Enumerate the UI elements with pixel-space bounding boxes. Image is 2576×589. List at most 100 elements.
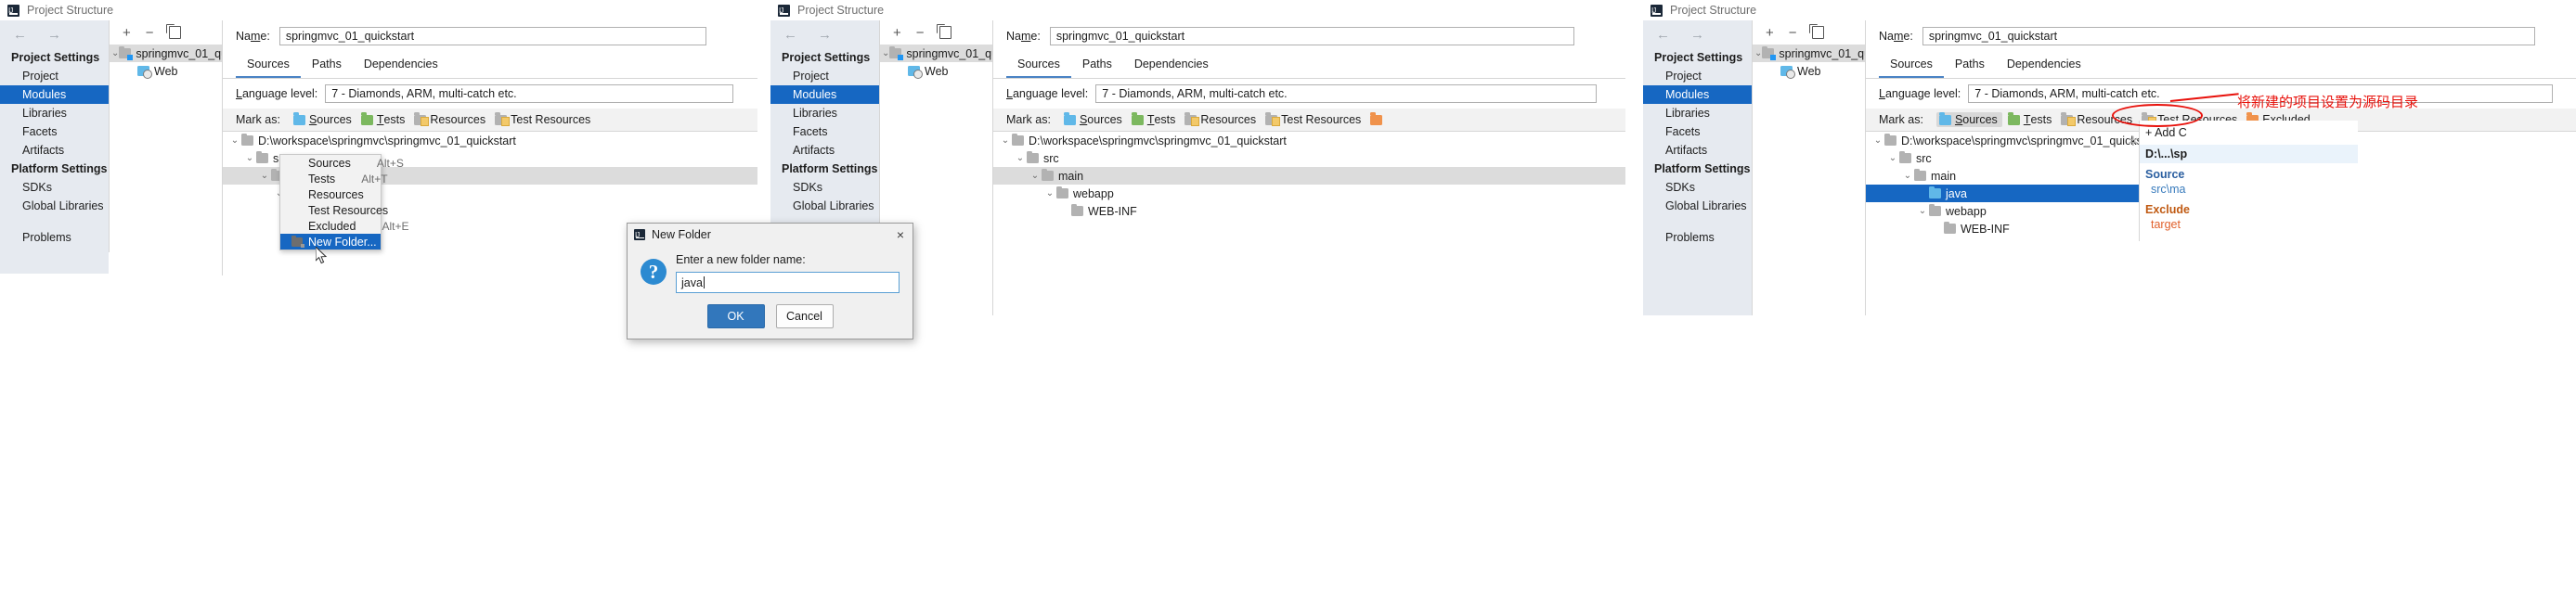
mark-as-resources-button[interactable]: Resources <box>414 113 485 126</box>
back-arrow-icon[interactable]: ← <box>783 28 797 42</box>
mark-as-tests-button[interactable]: Tests <box>1132 113 1176 126</box>
tab-dependencies[interactable]: Dependencies <box>353 52 449 78</box>
content-tree-main[interactable]: ⌄ main <box>993 167 1625 185</box>
module-tree-root[interactable]: ⌄ springmvc_01_quickst <box>880 45 993 62</box>
module-tree-child-web[interactable]: Web <box>1753 62 1866 80</box>
mark-as-tests-button[interactable]: Tests <box>2008 113 2052 126</box>
module-tree-root[interactable]: ⌄ springmvc_01_quickst <box>1753 45 1866 62</box>
context-menu-item-new-folder[interactable]: New Folder... <box>280 234 381 250</box>
module-name-input[interactable]: springmvc_01_quickstart <box>279 27 706 45</box>
sidebar-item-modules[interactable]: Modules <box>770 85 879 104</box>
sidebar-item-global-libraries[interactable]: Global Libraries <box>1643 197 1752 215</box>
chevron-down-icon[interactable]: ⌄ <box>228 135 241 146</box>
context-menu-item-resources[interactable]: Resources <box>280 186 381 202</box>
remove-module-icon[interactable]: − <box>1789 26 1797 40</box>
chevron-down-icon[interactable]: ⌄ <box>1029 171 1042 181</box>
back-arrow-icon[interactable]: ← <box>1656 28 1670 42</box>
sidebar-item-libraries[interactable]: Libraries <box>0 104 109 122</box>
add-module-icon[interactable]: + <box>1766 26 1774 40</box>
copy-module-icon[interactable] <box>1812 26 1824 39</box>
tab-dependencies[interactable]: Dependencies <box>1123 52 1220 78</box>
sidebar-item-modules[interactable]: Modules <box>0 85 109 104</box>
context-menu-item-tests[interactable]: Tests Alt+T <box>280 171 381 186</box>
excluded-folder-value[interactable]: target <box>2140 217 2358 234</box>
sidebar-item-artifacts[interactable]: Artifacts <box>0 141 109 160</box>
context-menu-item-test-resources[interactable]: Test Resources <box>280 202 381 218</box>
chevron-down-icon[interactable]: ⌄ <box>1043 188 1056 198</box>
tab-sources[interactable]: Sources <box>1879 52 1944 78</box>
remove-module-icon[interactable]: − <box>916 26 925 40</box>
chevron-down-icon[interactable]: ⌄ <box>258 171 271 181</box>
tab-sources[interactable]: Sources <box>236 52 301 78</box>
mark-as-sources-button[interactable]: Sources <box>1936 112 2002 127</box>
mark-as-test-resources-button[interactable]: Test Resources <box>1265 113 1361 126</box>
chevron-down-icon[interactable]: ⌄ <box>1014 153 1027 163</box>
sidebar-item-project[interactable]: Project <box>0 67 109 85</box>
back-arrow-icon[interactable]: ← <box>13 28 27 42</box>
remove-module-icon[interactable]: − <box>146 26 154 40</box>
content-tree-src[interactable]: ⌄ src <box>993 149 1625 167</box>
sidebar-item-project[interactable]: Project <box>770 67 879 85</box>
language-level-select[interactable]: 7 - Diamonds, ARM, multi-catch etc. <box>1095 84 1597 103</box>
add-module-icon[interactable]: + <box>123 26 131 40</box>
module-tree-child-web[interactable]: Web <box>880 62 993 80</box>
mark-as-tests-button[interactable]: Tests <box>361 113 406 126</box>
sidebar-item-sdks[interactable]: SDKs <box>1643 178 1752 197</box>
mark-as-sources-button[interactable]: Sources <box>293 113 352 126</box>
sidebar-item-sdks[interactable]: SDKs <box>770 178 879 197</box>
sidebar-item-libraries[interactable]: Libraries <box>770 104 879 122</box>
sidebar-item-artifacts[interactable]: Artifacts <box>1643 141 1752 160</box>
tab-paths[interactable]: Paths <box>1071 52 1123 78</box>
language-level-select[interactable]: 7 - Diamonds, ARM, multi-catch etc. <box>325 84 733 103</box>
forward-arrow-icon[interactable]: → <box>818 28 832 42</box>
source-folder-value[interactable]: src\ma <box>2140 182 2358 198</box>
chevron-down-icon[interactable]: ⌄ <box>1886 153 1899 163</box>
content-tree-root[interactable]: ⌄ D:\workspace\springmvc\springmvc_01_qu… <box>223 132 757 149</box>
copy-module-icon[interactable] <box>169 26 181 39</box>
tab-paths[interactable]: Paths <box>301 52 353 78</box>
sidebar-item-project[interactable]: Project <box>1643 67 1752 85</box>
cancel-button[interactable]: Cancel <box>776 304 834 328</box>
chevron-down-icon[interactable]: ⌄ <box>243 153 256 163</box>
module-tree-child-web[interactable]: Web <box>110 62 223 80</box>
mark-as-excluded-button[interactable] <box>1370 115 1386 125</box>
sidebar-item-facets[interactable]: Facets <box>770 122 879 141</box>
tab-sources[interactable]: Sources <box>1006 52 1071 78</box>
chevron-down-icon[interactable]: ⌄ <box>999 135 1012 146</box>
content-tree-root[interactable]: ⌄ D:\workspace\springmvc\springmvc_01_qu… <box>993 132 1625 149</box>
sidebar-item-global-libraries[interactable]: Global Libraries <box>0 197 109 215</box>
forward-arrow-icon[interactable]: → <box>1690 28 1704 42</box>
sidebar-item-facets[interactable]: Facets <box>0 122 109 141</box>
sidebar-item-libraries[interactable]: Libraries <box>1643 104 1752 122</box>
forward-arrow-icon[interactable]: → <box>47 28 61 42</box>
module-name-input[interactable]: springmvc_01_quickstart <box>1050 27 1574 45</box>
context-menu-item-sources[interactable]: Sources Alt+S <box>280 155 381 171</box>
copy-module-icon[interactable] <box>939 26 951 39</box>
close-icon[interactable]: × <box>897 228 904 241</box>
sidebar-item-problems[interactable]: Problems <box>1643 228 1752 247</box>
chevron-down-icon[interactable]: ⌄ <box>1916 206 1929 216</box>
mark-as-sources-button[interactable]: Sources <box>1064 113 1122 126</box>
folder-name-input[interactable]: java <box>676 272 900 293</box>
content-tree-webinf[interactable]: WEB-INF <box>993 202 1625 220</box>
tab-paths[interactable]: Paths <box>1944 52 1996 78</box>
sidebar-item-modules[interactable]: Modules <box>1643 85 1752 104</box>
module-tree-root[interactable]: ⌄ springmvc_01_quickst <box>110 45 223 62</box>
mark-as-test-resources-button[interactable]: Test Resources <box>495 113 590 126</box>
module-name-input[interactable]: springmvc_01_quickstart <box>1922 27 2535 45</box>
add-module-icon[interactable]: + <box>893 26 901 40</box>
chevron-down-icon[interactable]: ⌄ <box>882 48 889 58</box>
context-menu-item-excluded[interactable]: Excluded Alt+E <box>280 218 381 234</box>
sidebar-item-problems[interactable]: Problems <box>0 228 109 247</box>
sidebar-item-artifacts[interactable]: Artifacts <box>770 141 879 160</box>
mark-as-resources-button[interactable]: Resources <box>1184 113 1256 126</box>
ok-button[interactable]: OK <box>707 304 765 328</box>
chevron-down-icon[interactable]: ⌄ <box>1871 135 1884 146</box>
sidebar-item-sdks[interactable]: SDKs <box>0 178 109 197</box>
chevron-down-icon[interactable]: ⌄ <box>1901 171 1914 181</box>
chevron-down-icon[interactable]: ⌄ <box>111 48 119 58</box>
sidebar-item-global-libraries[interactable]: Global Libraries <box>770 197 879 215</box>
content-tree-webapp[interactable]: ⌄ webapp <box>993 185 1625 202</box>
sidebar-item-facets[interactable]: Facets <box>1643 122 1752 141</box>
chevron-down-icon[interactable]: ⌄ <box>1754 48 1762 58</box>
